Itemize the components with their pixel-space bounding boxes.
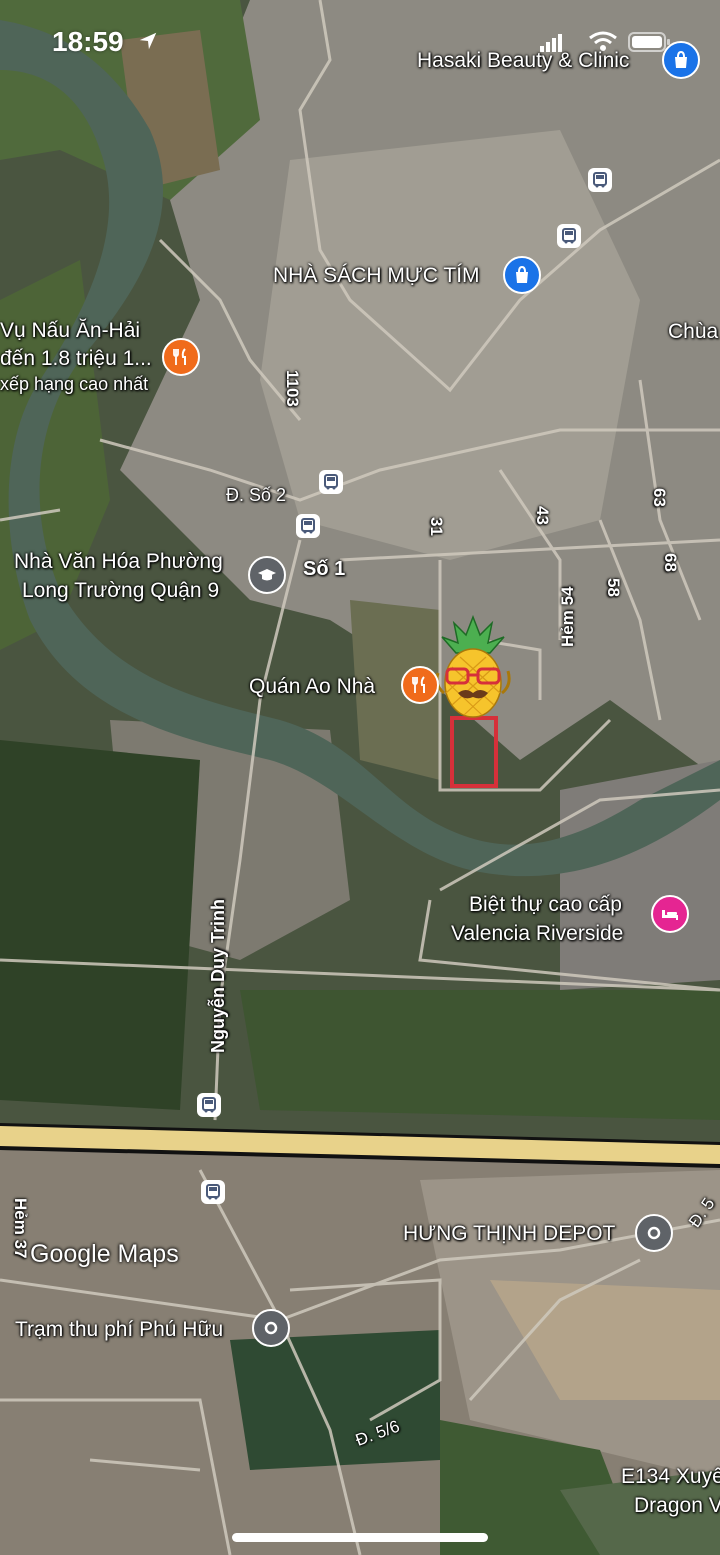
road-31-label: 31 — [427, 517, 446, 536]
road-hem37-label: Hẻm 37 — [11, 1198, 30, 1259]
poi-nha-van-hoa-line2[interactable]: Long Trường Quận 9 — [22, 577, 219, 604]
fork-knife-icon[interactable] — [162, 338, 200, 376]
road-68-label: 68 — [661, 553, 680, 572]
location-arrow-icon — [139, 32, 157, 50]
road-43-label: 43 — [533, 506, 552, 525]
bus-icon[interactable] — [557, 224, 581, 248]
road-so2-label: Đ. Số 2 — [226, 485, 287, 505]
poi-tram-thu-phi-label[interactable]: Trạm thu phí Phú Hữu — [15, 1316, 223, 1343]
poi-valencia-line2[interactable]: Valencia Riverside — [451, 920, 623, 947]
poi-hung-thinh-label[interactable]: HƯNG THỊNH DEPOT — [403, 1220, 615, 1247]
poi-restaurant-line2[interactable]: đến 1.8 triệu 1... — [0, 345, 152, 372]
google-maps-logo: Google Maps — [30, 1240, 179, 1268]
graduation-cap-icon[interactable] — [248, 556, 286, 594]
poi-e134-line2[interactable]: Dragon V — [634, 1492, 720, 1519]
status-time: 18:59 — [52, 26, 124, 57]
poi-valencia-line1[interactable]: Biệt thự cao cấp — [469, 891, 622, 918]
bus-icon[interactable] — [201, 1180, 225, 1204]
poi-e134-line1[interactable]: E134 Xuyê — [621, 1463, 720, 1490]
place-pin-icon[interactable] — [252, 1309, 290, 1347]
poi-nha-sach-label[interactable]: NHÀ SÁCH MỰC TÍM — [273, 262, 480, 289]
poi-quan-ao-nha-label[interactable]: Quán Ao Nhà — [249, 673, 375, 700]
road-63-label: 63 — [650, 488, 669, 507]
pineapple-sticker-icon — [435, 615, 511, 718]
road-hem54-label: Hẻm 54 — [558, 586, 577, 647]
fork-knife-icon[interactable] — [401, 666, 439, 704]
bus-icon[interactable] — [319, 470, 343, 494]
shopping-bag-icon[interactable] — [503, 256, 541, 294]
shopping-bag-icon[interactable] — [662, 41, 700, 79]
road-nguyen-duy-trinh-label: Nguyễn Duy Trinh — [208, 898, 228, 1053]
poi-chua-label[interactable]: Chùa — [668, 318, 718, 345]
place-pin-icon[interactable] — [635, 1214, 673, 1252]
bed-icon[interactable] — [651, 895, 689, 933]
road-58-label: 58 — [604, 578, 623, 597]
poi-restaurant-line3: xếp hạng cao nhất — [0, 374, 149, 394]
road-1103-label: 1103 — [283, 370, 302, 407]
poi-nha-van-hoa-line1[interactable]: Nhà Văn Hóa Phường — [14, 548, 223, 575]
bus-icon[interactable] — [296, 514, 320, 538]
road-so1-label: Số 1 — [303, 558, 346, 580]
poi-hasaki-label[interactable]: Hasaki Beauty & Clinic — [417, 47, 629, 74]
bus-icon[interactable] — [197, 1093, 221, 1117]
home-indicator[interactable] — [232, 1533, 488, 1542]
poi-restaurant-line1[interactable]: Vụ Nấu Ăn-Hải — [0, 317, 140, 344]
bus-icon[interactable] — [588, 168, 612, 192]
